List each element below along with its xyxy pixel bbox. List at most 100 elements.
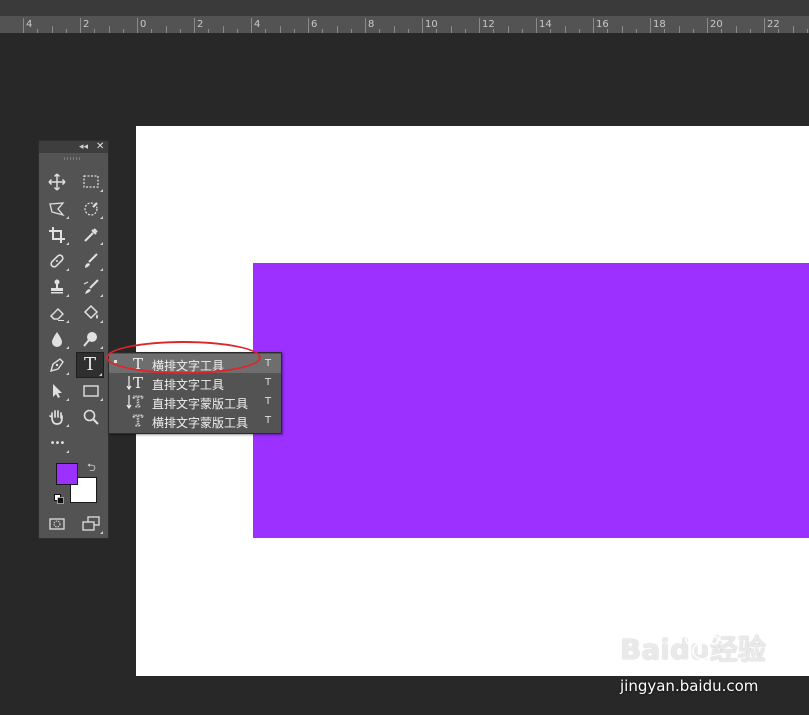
menu-item-label: 直排文字工具 bbox=[152, 378, 225, 392]
quick-mask-button[interactable] bbox=[44, 513, 70, 535]
ruler-minor-tick bbox=[806, 29, 808, 33]
clone-stamp-icon bbox=[51, 279, 63, 294]
lasso-tool[interactable] bbox=[44, 198, 70, 220]
ruler-minor-tick bbox=[407, 29, 409, 33]
purple-rectangle bbox=[253, 263, 809, 538]
ruler-minor-tick bbox=[393, 26, 395, 33]
pen-tool[interactable] bbox=[44, 354, 70, 376]
vertical-type-mask-icon: T bbox=[126, 393, 143, 410]
baidu-jingyan-watermark: Baidu经验 jingyan.baidu.com bbox=[620, 627, 770, 695]
ruler-minor-tick bbox=[108, 26, 110, 33]
ruler-minor-tick bbox=[37, 29, 39, 33]
menu-item-label: 横排文字蒙版工具 bbox=[152, 416, 249, 430]
type-icon: T bbox=[83, 354, 96, 375]
ruler-tick bbox=[422, 18, 423, 33]
eyedropper-icon bbox=[84, 228, 98, 242]
screen-mode-button[interactable] bbox=[78, 513, 104, 535]
flyout-indicator bbox=[66, 242, 69, 245]
history-brush-tool[interactable] bbox=[78, 276, 104, 298]
ruler-minor-tick bbox=[735, 26, 737, 33]
collapse-icon[interactable]: ◂◂ bbox=[79, 141, 88, 153]
menu-item-horizontal-type-mask[interactable]: T 横排文字蒙版工具 T bbox=[109, 411, 281, 430]
blur-tool[interactable] bbox=[44, 328, 70, 350]
quick-select-tool[interactable] bbox=[78, 198, 104, 220]
ruler-minor-tick bbox=[493, 29, 495, 33]
swap-colors-icon[interactable]: ⮌ bbox=[87, 459, 96, 478]
more-tools[interactable]: ••• bbox=[44, 432, 70, 454]
top-bar bbox=[0, 0, 809, 16]
horizontal-ruler[interactable]: 4 2 0 2 4 6 8 10 12 14 16 18 20 22 bbox=[0, 16, 809, 34]
ruler-minor-tick bbox=[692, 29, 694, 33]
shape-tool[interactable] bbox=[78, 380, 104, 402]
type-tool[interactable]: T bbox=[76, 352, 104, 378]
ruler-minor-tick bbox=[678, 26, 680, 33]
menu-item-vertical-type[interactable]: T 直排文字工具 T bbox=[109, 373, 281, 392]
eyedropper-tool[interactable] bbox=[78, 224, 104, 246]
stamp-tool[interactable] bbox=[44, 276, 70, 298]
shortcut-key: T bbox=[265, 358, 272, 369]
shortcut-key: T bbox=[265, 377, 272, 388]
flyout-indicator bbox=[99, 373, 102, 376]
ruler-minor-tick bbox=[450, 26, 452, 33]
ruler-minor-tick bbox=[94, 29, 96, 33]
vertical-type-icon: T bbox=[126, 374, 143, 391]
red-highlight-ellipse bbox=[106, 341, 261, 374]
ruler-minor-tick bbox=[521, 29, 523, 33]
marquee-tool[interactable] bbox=[78, 171, 104, 193]
ruler-minor-tick bbox=[208, 29, 210, 33]
flyout-indicator bbox=[66, 216, 69, 219]
ruler-minor-tick bbox=[721, 29, 723, 33]
ruler-minor-tick bbox=[749, 29, 751, 33]
eraser-tool[interactable] bbox=[44, 302, 70, 324]
zoom-icon bbox=[83, 409, 99, 425]
ruler-tick bbox=[137, 18, 138, 33]
paint-bucket-tool[interactable] bbox=[78, 302, 104, 324]
svg-text:T: T bbox=[133, 374, 143, 391]
ruler-minor-tick bbox=[664, 29, 666, 33]
ruler-tick bbox=[536, 18, 537, 33]
hand-tool[interactable] bbox=[44, 406, 70, 428]
dodge-tool[interactable] bbox=[78, 328, 104, 350]
flyout-indicator bbox=[100, 320, 103, 323]
hand-icon bbox=[49, 410, 63, 425]
foreground-color-swatch[interactable] bbox=[56, 463, 78, 485]
close-icon[interactable]: ✕ bbox=[96, 141, 104, 153]
flyout-indicator bbox=[66, 424, 69, 427]
panel-grip[interactable] bbox=[64, 157, 82, 160]
horizontal-type-mask-icon: T bbox=[133, 412, 144, 429]
flyout-indicator bbox=[100, 189, 103, 192]
ruler-tick bbox=[365, 18, 366, 33]
ruler-minor-tick bbox=[51, 26, 53, 33]
shortcut-key: T bbox=[265, 396, 272, 407]
flyout-indicator bbox=[66, 346, 69, 349]
move-tool[interactable] bbox=[44, 171, 70, 193]
brush-tool[interactable] bbox=[78, 250, 104, 272]
ruler-tick bbox=[593, 18, 594, 33]
zoom-tool[interactable] bbox=[78, 406, 104, 428]
ruler-minor-tick bbox=[350, 29, 352, 33]
crop-tool[interactable] bbox=[44, 224, 70, 246]
tools-panel-header[interactable]: ◂◂ ✕ bbox=[39, 141, 108, 153]
healing-tool[interactable] bbox=[44, 250, 70, 272]
tools-panel: ◂◂ ✕ T ••• ⮌ bbox=[38, 140, 109, 539]
healing-brush-icon bbox=[50, 254, 64, 268]
flyout-indicator bbox=[66, 398, 69, 401]
ruler-label: 2 bbox=[197, 19, 204, 30]
move-icon bbox=[48, 173, 66, 191]
path-select-icon bbox=[53, 384, 62, 398]
flyout-indicator bbox=[66, 450, 69, 453]
rect-marquee-icon bbox=[83, 175, 99, 188]
flyout-indicator bbox=[100, 531, 103, 534]
ruler-label: 8 bbox=[368, 19, 375, 30]
flyout-indicator bbox=[66, 268, 69, 271]
menu-item-vertical-type-mask[interactable]: T 直排文字蒙版工具 T bbox=[109, 392, 281, 411]
ruler-minor-tick bbox=[507, 26, 509, 33]
ruler-tick bbox=[251, 18, 252, 33]
ruler-minor-tick bbox=[564, 26, 566, 33]
ruler-tick bbox=[23, 18, 24, 33]
ruler-tick bbox=[194, 18, 195, 33]
ellipsis-icon: ••• bbox=[49, 437, 66, 449]
path-select-tool[interactable] bbox=[44, 380, 70, 402]
ruler-label: 4 bbox=[254, 19, 261, 30]
default-colors-icon[interactable] bbox=[54, 494, 64, 504]
